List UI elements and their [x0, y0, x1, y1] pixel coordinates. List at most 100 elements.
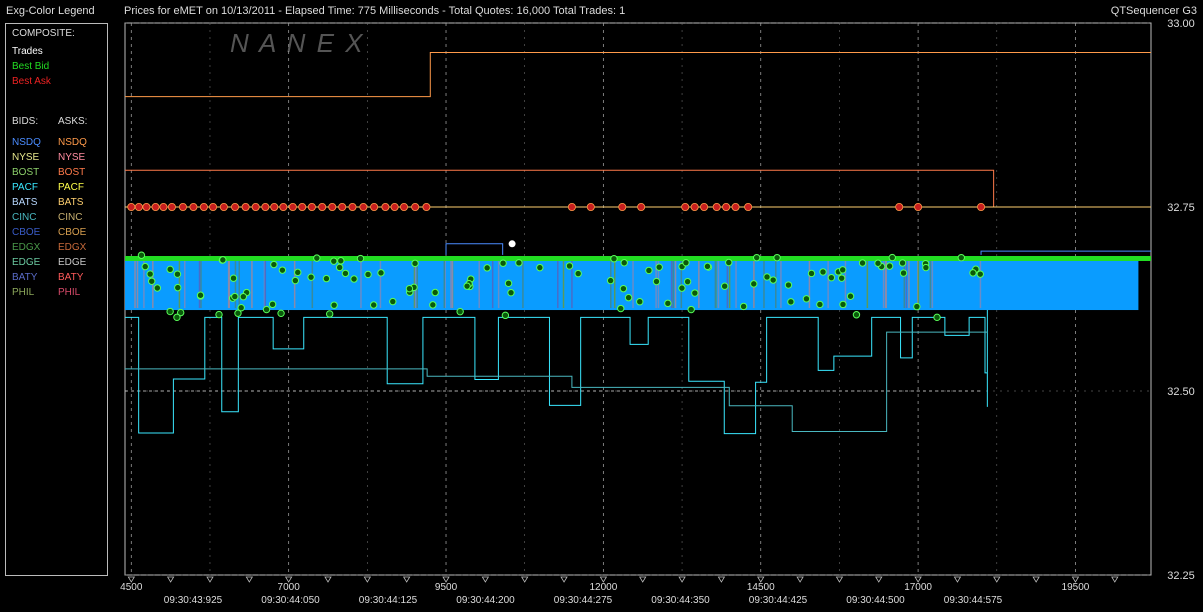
best-ask-marker	[151, 202, 160, 211]
best-bid-marker	[146, 270, 154, 278]
best-bid-marker	[268, 300, 277, 309]
best-bid-marker	[683, 277, 692, 286]
best-bid-marker	[141, 262, 149, 271]
best-bid-marker	[504, 279, 513, 288]
best-ask-marker	[318, 202, 327, 211]
best-ask-marker	[328, 202, 337, 211]
best-ask-marker	[914, 202, 923, 211]
best-bid-marker	[827, 273, 836, 282]
best-bid-marker	[341, 269, 350, 278]
best-bid-marker	[405, 284, 414, 293]
best-bid-marker	[431, 288, 439, 297]
best-bid-marker	[262, 305, 271, 314]
x-axis-marker	[520, 576, 529, 583]
x-axis-marker	[796, 576, 804, 583]
best-ask-marker	[298, 202, 307, 211]
best-bid-marker	[239, 292, 248, 301]
best-ask-marker	[127, 202, 136, 211]
best-bid-marker	[231, 292, 239, 301]
best-ask-marker	[338, 202, 347, 211]
time-label: 09:30:44:050	[261, 595, 320, 606]
best-bid-marker	[411, 259, 419, 268]
best-ask-marker	[209, 202, 218, 211]
best-bid-marker	[720, 282, 729, 290]
best-ask-marker	[690, 202, 699, 211]
time-label: 09:30:44:425	[749, 595, 808, 606]
best-bid-marker	[687, 305, 695, 314]
best-ask-marker	[390, 202, 399, 211]
x-tick-label: 19500	[1062, 582, 1090, 593]
time-label: 09:30:44:575	[944, 595, 1003, 606]
best-bid-marker	[313, 254, 321, 262]
time-label: 09:30:44:500	[846, 595, 905, 606]
best-bid-marker	[784, 281, 793, 289]
best-ask-marker	[142, 202, 151, 211]
best-bid-marker	[703, 262, 712, 271]
best-bid-marker	[429, 301, 437, 309]
best-bid-marker	[969, 269, 977, 277]
best-bid-marker	[807, 269, 816, 278]
x-axis-marker	[1032, 576, 1040, 583]
nanex-watermark: N A N E X	[230, 28, 365, 58]
y-tick-label: 32.75	[1167, 202, 1195, 214]
best-bid-marker	[337, 257, 345, 265]
best-bid-marker	[655, 263, 663, 271]
best-bid-marker	[377, 269, 385, 277]
best-ask-marker	[700, 202, 709, 211]
time-label: 09:30:44:275	[554, 595, 613, 606]
best-ask-marker	[895, 202, 904, 211]
best-bid-marker	[166, 265, 174, 274]
best-bid-marker	[389, 297, 397, 306]
x-axis-marker	[560, 576, 568, 583]
best-ask-marker	[270, 202, 279, 211]
best-bid-marker	[456, 307, 464, 316]
x-axis-marker	[835, 576, 844, 583]
best-bid-marker	[922, 263, 930, 272]
best-bid-marker	[769, 276, 777, 284]
best-ask-marker	[219, 202, 228, 211]
x-tick-label: 7000	[278, 582, 301, 593]
best-ask-marker	[681, 202, 690, 211]
best-bid-marker	[617, 304, 625, 313]
best-bid-marker	[913, 302, 921, 311]
best-bid-marker	[174, 283, 182, 292]
best-bid-marker	[148, 277, 156, 285]
best-ask-marker	[637, 202, 646, 211]
best-bid-marker	[976, 270, 984, 278]
best-ask-marker	[359, 202, 368, 211]
y-tick-label: 32.25	[1167, 570, 1195, 582]
best-bid-marker	[173, 313, 181, 322]
best-bid-marker	[515, 259, 523, 267]
best-bid-marker	[229, 274, 238, 282]
best-bid-marker	[652, 277, 661, 286]
x-axis-marker	[993, 576, 1001, 583]
best-bid-marker	[753, 253, 761, 262]
best-bid-marker	[278, 266, 287, 274]
best-bid-marker	[483, 264, 491, 272]
best-ask-marker	[231, 202, 240, 211]
best-ask-marker	[241, 202, 250, 211]
best-bid-marker	[624, 293, 633, 302]
best-bid-marker	[739, 302, 748, 311]
best-bid-marker	[682, 258, 690, 267]
best-ask-marker	[178, 202, 187, 211]
best-bid-marker	[678, 284, 686, 292]
y-tick-label: 32.50	[1167, 386, 1195, 398]
best-ask-marker	[411, 202, 420, 211]
best-bid-marker	[137, 251, 146, 259]
x-axis-marker	[324, 576, 332, 583]
best-bid-marker	[166, 307, 174, 316]
best-ask-marker	[977, 202, 986, 211]
best-bid-marker	[294, 268, 302, 277]
best-ask-marker	[381, 202, 390, 211]
x-axis-marker	[717, 576, 726, 583]
best-bid-marker	[839, 266, 847, 274]
best-bid-marker	[802, 295, 811, 303]
best-bid-marker	[565, 262, 574, 270]
best-bid-marker	[816, 300, 824, 309]
best-bid-marker	[501, 311, 510, 320]
best-bid-marker	[620, 259, 628, 267]
time-label: 09:30:44:125	[359, 595, 418, 606]
best-bid-marker	[933, 313, 941, 322]
best-ask-marker	[261, 202, 270, 211]
